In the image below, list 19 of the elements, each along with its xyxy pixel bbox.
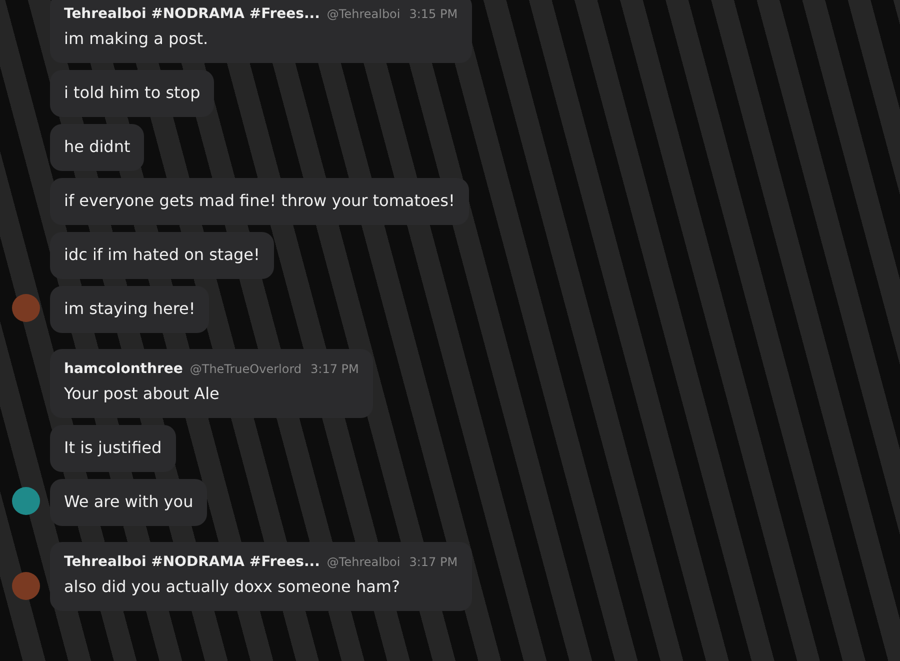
message-text: im staying here! bbox=[64, 298, 196, 320]
timestamp: 3:17 PM bbox=[409, 555, 458, 569]
message-text: It is justified bbox=[64, 437, 162, 459]
message-text: idc if im hated on stage! bbox=[64, 244, 260, 266]
user-handle: @TheTrueOverlord bbox=[190, 362, 302, 376]
user-handle: @Tehrealboi bbox=[326, 7, 400, 21]
message-text: We are with you bbox=[64, 491, 194, 513]
username: hamcolonthree bbox=[64, 361, 183, 377]
message-text: if everyone gets mad fine! throw your tomatoes! bbox=[64, 190, 455, 212]
message-text: also did you actually doxx someone ham? bbox=[64, 576, 401, 598]
timestamp: 3:15 PM bbox=[409, 7, 458, 21]
username: Tehrealboi #NODRAMA #Frees... bbox=[64, 6, 320, 22]
username: Tehrealboi #NODRAMA #Frees... bbox=[64, 554, 320, 570]
user-handle: @Tehrealboi bbox=[326, 555, 400, 569]
message-text: i told him to stop bbox=[64, 82, 200, 104]
timestamp: 3:17 PM bbox=[310, 362, 359, 376]
message-text: he didnt bbox=[64, 136, 130, 158]
message-text: im making a post. bbox=[64, 28, 210, 50]
message-text: Your post about Ale bbox=[64, 383, 220, 405]
